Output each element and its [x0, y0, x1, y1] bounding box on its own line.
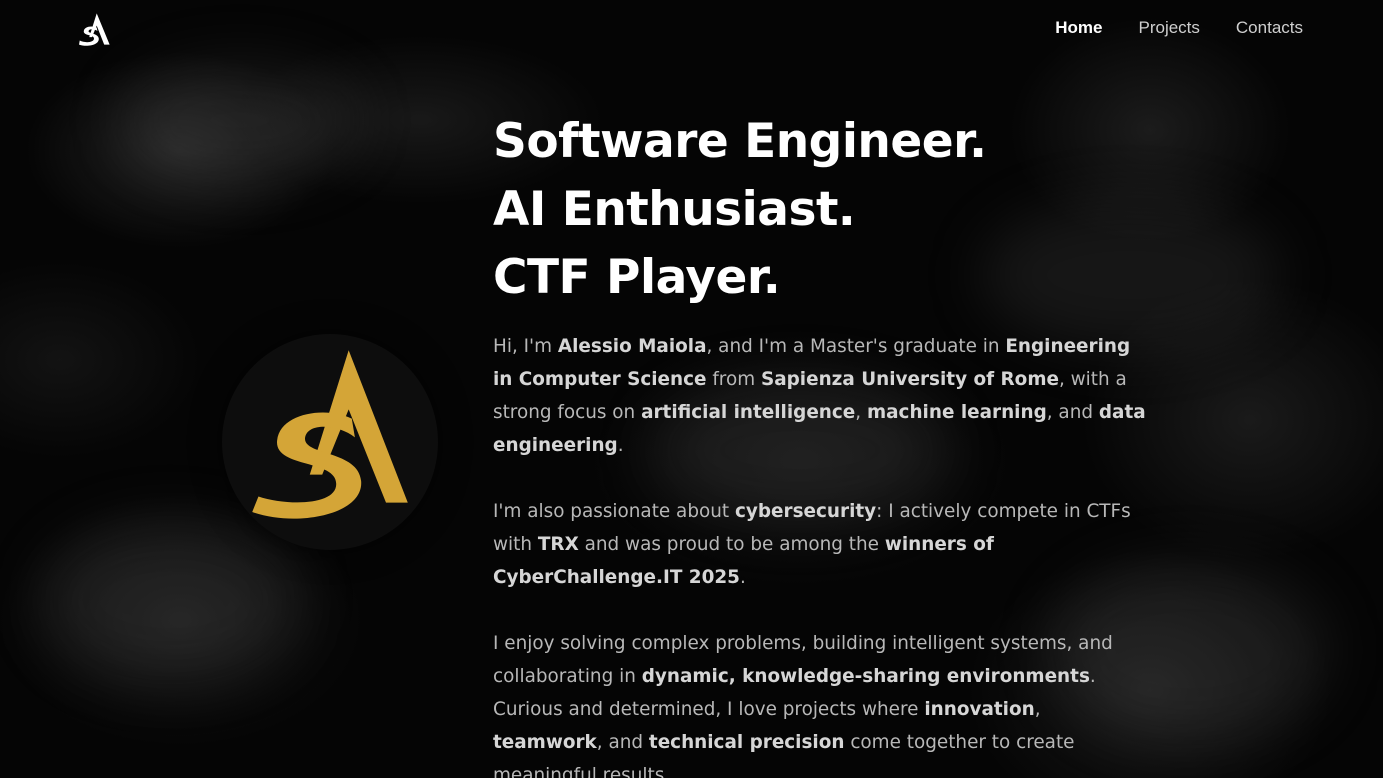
highlight: technical precision — [648, 732, 845, 753]
text: from — [706, 369, 761, 390]
highlight: TRX — [537, 534, 579, 555]
about-paragraph-1: Hi, I'm Alessio Maiola, and I'm a Master… — [493, 330, 1153, 462]
headline-line-2: AI Enthusiast. — [493, 182, 856, 237]
page: Home Projects Contacts Software Engineer… — [0, 0, 1383, 778]
nav-projects-link[interactable]: Projects — [1138, 18, 1199, 38]
text: . — [739, 567, 746, 588]
nav-logo[interactable] — [77, 12, 111, 46]
text: , — [1034, 699, 1041, 720]
highlight: innovation — [924, 699, 1035, 720]
text: , — [855, 402, 867, 423]
text: , and — [596, 732, 649, 753]
sa-logo-icon — [79, 13, 110, 46]
main-nav: Home Projects Contacts — [1055, 18, 1303, 38]
headline-line-1: Software Engineer. — [493, 114, 987, 169]
background-smoke — [120, 60, 360, 180]
text: , and I'm a Master's graduate in — [706, 336, 1006, 357]
highlight: Sapienza University of Rome — [760, 369, 1059, 390]
hero-content: Software Engineer. AI Enthusiast. CTF Pl… — [493, 108, 1153, 778]
hero-logo — [222, 334, 438, 550]
text: and was proud to be among the — [578, 534, 885, 555]
hero-headline: Software Engineer. AI Enthusiast. CTF Pl… — [493, 108, 1153, 312]
highlight: dynamic, knowledge-sharing environments — [641, 666, 1090, 687]
highlight: cybersecurity — [734, 501, 877, 522]
text: I'm also passionate about — [493, 501, 735, 522]
text: Hi, I'm — [493, 336, 558, 357]
nav-contacts-link[interactable]: Contacts — [1236, 18, 1303, 38]
headline-line-3: CTF Player. — [493, 250, 781, 305]
about-paragraph-3: I enjoy solving complex problems, buildi… — [493, 627, 1153, 778]
sa-gold-logo-icon — [252, 350, 408, 519]
background-smoke — [40, 520, 300, 680]
about-paragraph-2: I'm also passionate about cybersecurity:… — [493, 495, 1153, 594]
highlight: artificial intelligence — [641, 402, 856, 423]
text: . — [617, 435, 624, 456]
highlight: machine learning — [866, 402, 1047, 423]
text: , and — [1046, 402, 1099, 423]
highlight: teamwork — [493, 732, 597, 753]
highlight: Alessio Maiola — [557, 336, 707, 357]
nav-home-link[interactable]: Home — [1055, 18, 1102, 38]
